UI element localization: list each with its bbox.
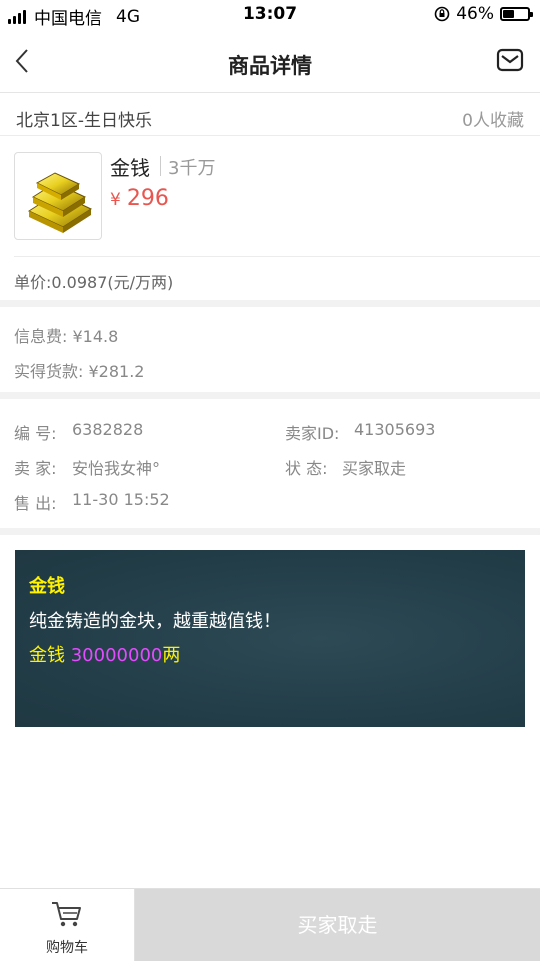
seller-name: 安怡我女神°	[72, 459, 161, 478]
server-name: 北京1区-生日快乐	[16, 111, 152, 131]
description-body: 纯金铸造的金块，越重越值钱！	[29, 611, 281, 632]
section-gap	[0, 300, 540, 307]
battery-fill	[503, 10, 514, 18]
seller-id-value: 41305693	[354, 420, 436, 439]
status-right: 46%	[434, 4, 533, 24]
seller-label: 卖 家:	[14, 459, 57, 478]
section-gap	[0, 392, 540, 399]
shopping-cart-icon	[52, 902, 81, 927]
message-button[interactable]	[496, 48, 524, 72]
description-amount: 金钱 30000000两	[29, 641, 180, 667]
mail-icon	[496, 48, 524, 72]
product-quantity: 3千万	[168, 158, 216, 179]
nav-bar: 商品详情	[0, 32, 540, 93]
cart-button[interactable]: 购物车	[0, 889, 134, 961]
battery-percent: 46%	[456, 4, 494, 24]
status-bar: 中国电信 4G 13:07 46%	[0, 0, 540, 32]
sold-label: 售 出:	[14, 494, 57, 513]
orientation-lock-icon	[434, 6, 450, 22]
description-title: 金钱	[29, 576, 65, 597]
unit-price: 单价:0.0987(元/万两)	[14, 273, 174, 292]
sold-time: 11-30 15:52	[72, 490, 170, 509]
product-image	[14, 152, 102, 240]
section-gap	[0, 528, 540, 535]
divider	[160, 156, 161, 176]
amount-suffix: 两	[162, 645, 181, 666]
currency-symbol: ¥	[110, 190, 121, 210]
state-label: 状 态:	[285, 459, 328, 478]
product-price: ¥296	[110, 186, 169, 211]
order-id-value: 6382828	[72, 420, 144, 439]
divider	[14, 256, 540, 257]
seller-id-label: 卖家ID:	[285, 424, 340, 443]
item-description: 金钱 纯金铸造的金块，越重越值钱！ 金钱 30000000两	[15, 550, 525, 727]
price-value: 296	[126, 186, 169, 211]
amount-value: 30000000	[70, 645, 163, 666]
product-name: 金钱	[110, 156, 150, 180]
state-value: 买家取走	[342, 459, 407, 478]
buyer-pickup-button[interactable]: 买家取走	[135, 889, 540, 961]
favorite-count[interactable]: 0人收藏	[462, 106, 524, 131]
order-id-label: 编 号:	[14, 424, 57, 443]
page-title: 商品详情	[228, 54, 312, 78]
divider	[0, 135, 540, 136]
cart-label: 购物车	[46, 940, 88, 956]
received-amount: 实得货款: ¥281.2	[14, 362, 145, 381]
bottom-bar: 购物车 买家取走	[0, 888, 540, 961]
gold-bars-icon	[27, 172, 93, 233]
battery-icon	[500, 7, 533, 21]
info-fee: 信息费: ¥14.8	[14, 327, 119, 346]
amount-prefix: 金钱	[29, 645, 71, 666]
